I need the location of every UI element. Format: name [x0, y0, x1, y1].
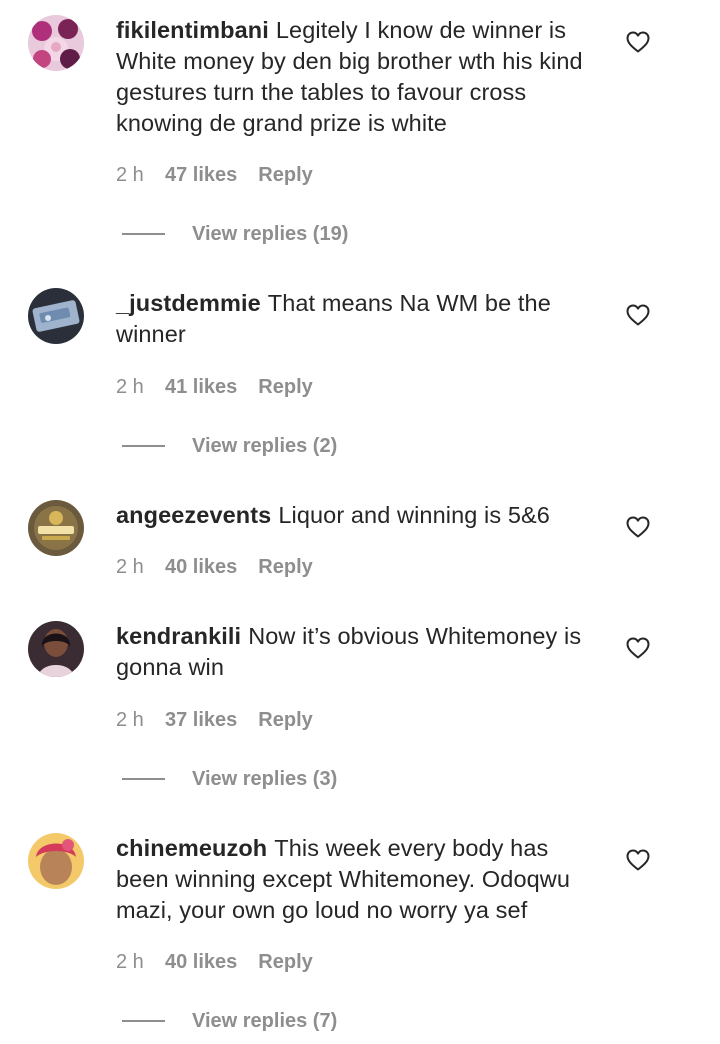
comment-text: chinemeuzoh This week every body has been… — [116, 833, 598, 926]
comment-item: chinemeuzoh This week every body has been… — [0, 0, 720, 1044]
heart-outline-icon[interactable] — [625, 848, 651, 872]
reply-button[interactable]: Reply — [258, 950, 312, 974]
comment-meta: 2 h 40 likes Reply — [116, 950, 313, 974]
likes-count[interactable]: 40 likes — [165, 950, 237, 974]
replies-divider — [122, 1020, 165, 1022]
comment-time: 2 h — [116, 951, 144, 973]
comment-username[interactable]: chinemeuzoh — [116, 835, 267, 861]
view-replies-label[interactable]: View replies (7) — [192, 1009, 337, 1033]
avatar[interactable] — [28, 833, 84, 889]
